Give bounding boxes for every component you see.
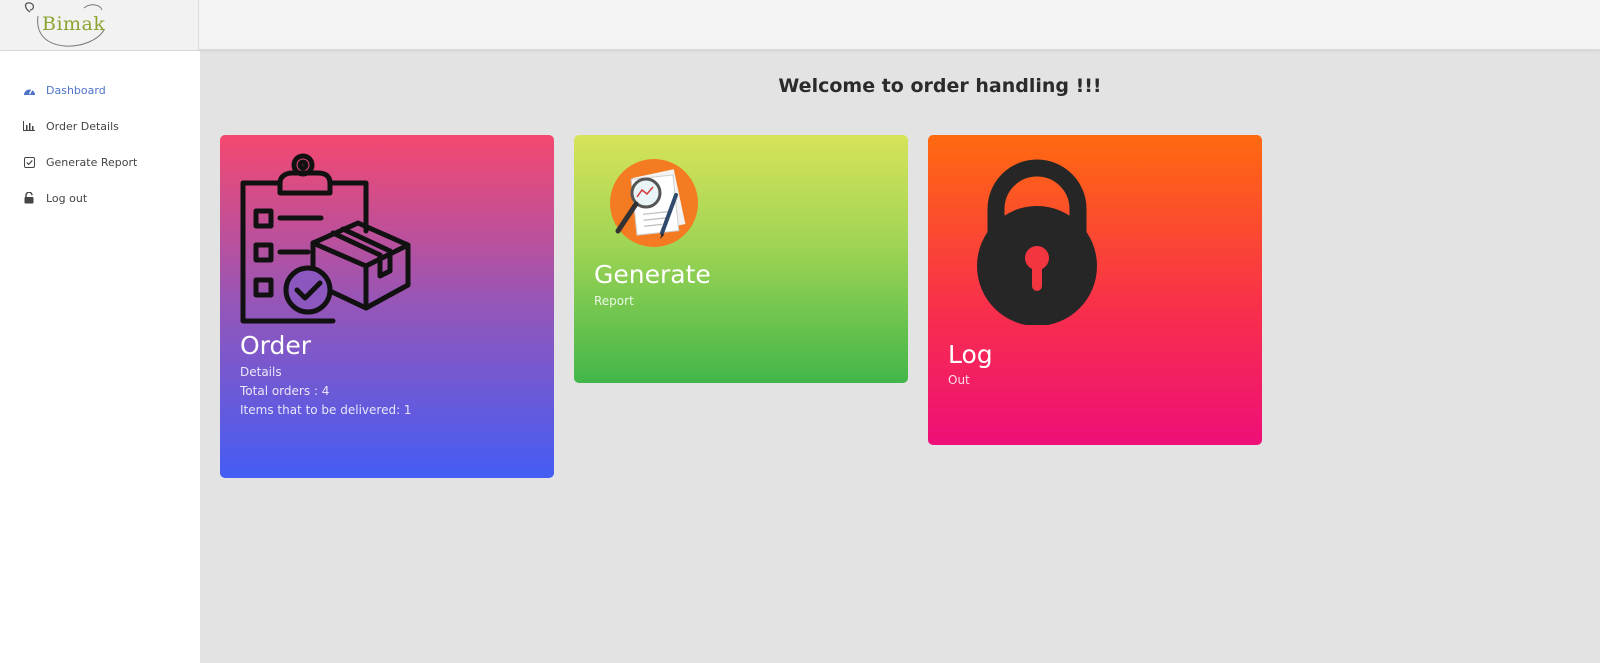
order-card-title: Order [240, 331, 312, 360]
clipboard-package-icon [240, 153, 411, 324]
logout-card-subtitle: Out [948, 373, 970, 387]
checkbox-icon [22, 155, 36, 169]
sidebar-item-label: Dashboard [46, 83, 106, 97]
brand-logo[interactable]: Bimak [0, 0, 199, 50]
unlock-icon [22, 191, 36, 205]
order-card-subtitle: Details [240, 365, 282, 379]
logo-text: Bimak [42, 13, 106, 35]
logout-card-title: Log [948, 340, 993, 369]
report-card-subtitle: Report [594, 294, 634, 308]
sidebar-item-order-details[interactable]: Order Details [22, 116, 119, 136]
sidebar: Dashboard Order Details Generate Report … [0, 51, 200, 663]
sidebar-item-generate-report[interactable]: Generate Report [22, 152, 137, 172]
items-to-deliver-text: Items that to be delivered: 1 [240, 403, 412, 417]
sidebar-item-log-out[interactable]: Log out [22, 188, 87, 208]
generate-report-card[interactable]: Generate Report [574, 135, 908, 383]
logout-card[interactable]: Log Out [928, 135, 1262, 445]
sidebar-item-label: Log out [46, 191, 88, 205]
report-card-title: Generate [594, 260, 711, 289]
top-bar [0, 0, 1600, 50]
padlock-icon [977, 159, 1097, 325]
sidebar-item-label: Generate Report [46, 155, 138, 169]
bar-chart-icon [22, 119, 36, 133]
total-orders-text: Total orders : 4 [240, 384, 330, 398]
order-details-card[interactable]: Order Details Total orders : 4 Items tha… [220, 135, 554, 478]
sidebar-item-dashboard[interactable]: Dashboard [22, 80, 106, 100]
page-title: Welcome to order handling !!! [778, 75, 1102, 97]
report-magnifier-icon [610, 159, 698, 247]
speedometer-icon [22, 83, 36, 97]
sidebar-item-label: Order Details [46, 119, 119, 133]
